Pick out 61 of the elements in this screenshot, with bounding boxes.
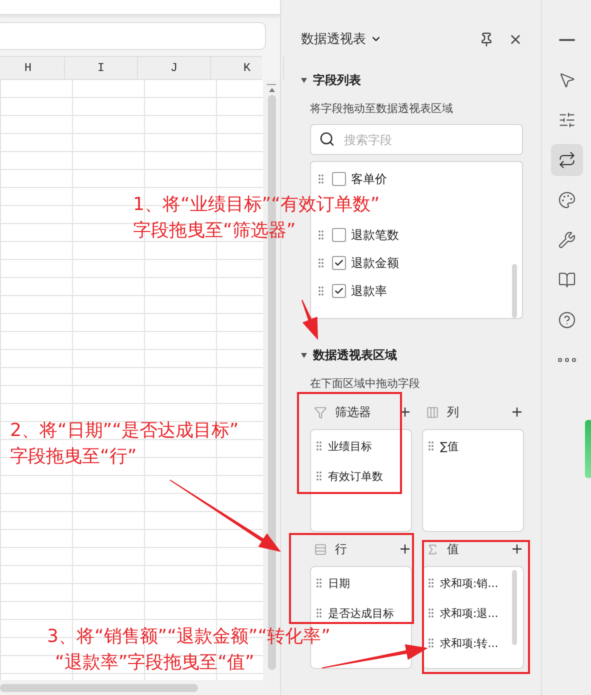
- section-title: 数据透视表区域: [313, 347, 397, 364]
- minimize-icon: [558, 39, 574, 41]
- field-label: 客单价: [351, 170, 387, 188]
- area-title: 列: [447, 404, 459, 420]
- area-field[interactable]: 是否达成目标: [328, 606, 394, 620]
- area-field[interactable]: 求和项:退...: [440, 606, 498, 620]
- column-header[interactable]: J: [138, 57, 211, 79]
- collapse-icon[interactable]: [301, 78, 307, 83]
- checkbox[interactable]: [332, 256, 346, 270]
- area-title: 值: [447, 540, 459, 558]
- field-label: 退款金额: [351, 254, 399, 272]
- sliders-icon: [558, 111, 576, 129]
- area-field[interactable]: 求和项:转...: [440, 636, 498, 650]
- area-title: 行: [335, 540, 347, 558]
- swap-icon: [558, 151, 576, 169]
- section-title: 字段列表: [313, 72, 361, 89]
- arrow: [302, 300, 318, 340]
- column-header[interactable]: H: [0, 57, 65, 79]
- area-field[interactable]: 日期: [328, 576, 350, 590]
- column-header[interactable]: K: [211, 57, 284, 79]
- hint-text: 将字段拖动至数据透视表区域: [310, 101, 454, 116]
- sigma-icon: [426, 542, 439, 556]
- column-header[interactable]: I: [65, 57, 138, 79]
- list-scrollbar[interactable]: [512, 264, 517, 318]
- help-icon: [558, 311, 576, 329]
- add-icon[interactable]: [510, 405, 524, 419]
- pointer-icon: [558, 71, 576, 89]
- rows-icon: [314, 542, 327, 556]
- check-icon: [334, 258, 344, 268]
- panel-title[interactable]: 数据透视表: [301, 30, 366, 48]
- list-scrollbar[interactable]: [512, 570, 517, 645]
- annotation-text: 3、将“销售额”“退款金额”“转化率”: [47, 625, 330, 649]
- more-icon: [558, 358, 576, 362]
- check-icon: [334, 286, 344, 296]
- checkbox[interactable]: [332, 228, 346, 242]
- checkbox[interactable]: [332, 284, 346, 298]
- checkbox[interactable]: [332, 172, 346, 186]
- area-field[interactable]: 求和项:销...: [440, 576, 498, 590]
- field-label: 退款笔数: [351, 226, 399, 244]
- book-icon: [558, 271, 576, 289]
- area-field[interactable]: ∑值: [440, 438, 458, 454]
- wrench-icon: [558, 231, 576, 249]
- search-field[interactable]: 搜索字段: [310, 124, 523, 155]
- add-icon[interactable]: [510, 542, 524, 556]
- filter-icon: [314, 406, 327, 418]
- add-icon[interactable]: [398, 542, 412, 556]
- area-field[interactable]: 业绩目标: [328, 438, 372, 454]
- hint-text: 在下面区域中拖动字段: [310, 376, 421, 391]
- annotation-text: 2、将“日期”“是否达成目标”: [10, 419, 239, 443]
- columns-icon: [426, 406, 439, 418]
- toolbar-button[interactable]: [550, 144, 582, 176]
- collapse-icon[interactable]: [301, 353, 307, 358]
- annotation-text: “退款率”字段拖曳至“值”: [55, 651, 254, 675]
- field-label: 退款率: [351, 282, 387, 300]
- annotation-text: 字段拖曳至“行”: [10, 445, 137, 469]
- annotation-text: 字段拖曳至“筛选器”: [133, 219, 296, 243]
- area-field[interactable]: 有效订单数: [328, 468, 383, 484]
- annotation-text: 1、将“业绩目标”“有效订单数”: [133, 193, 380, 217]
- pin-icon[interactable]: [479, 32, 494, 46]
- area-title: 筛选器: [335, 404, 371, 420]
- palette-icon: [558, 191, 576, 209]
